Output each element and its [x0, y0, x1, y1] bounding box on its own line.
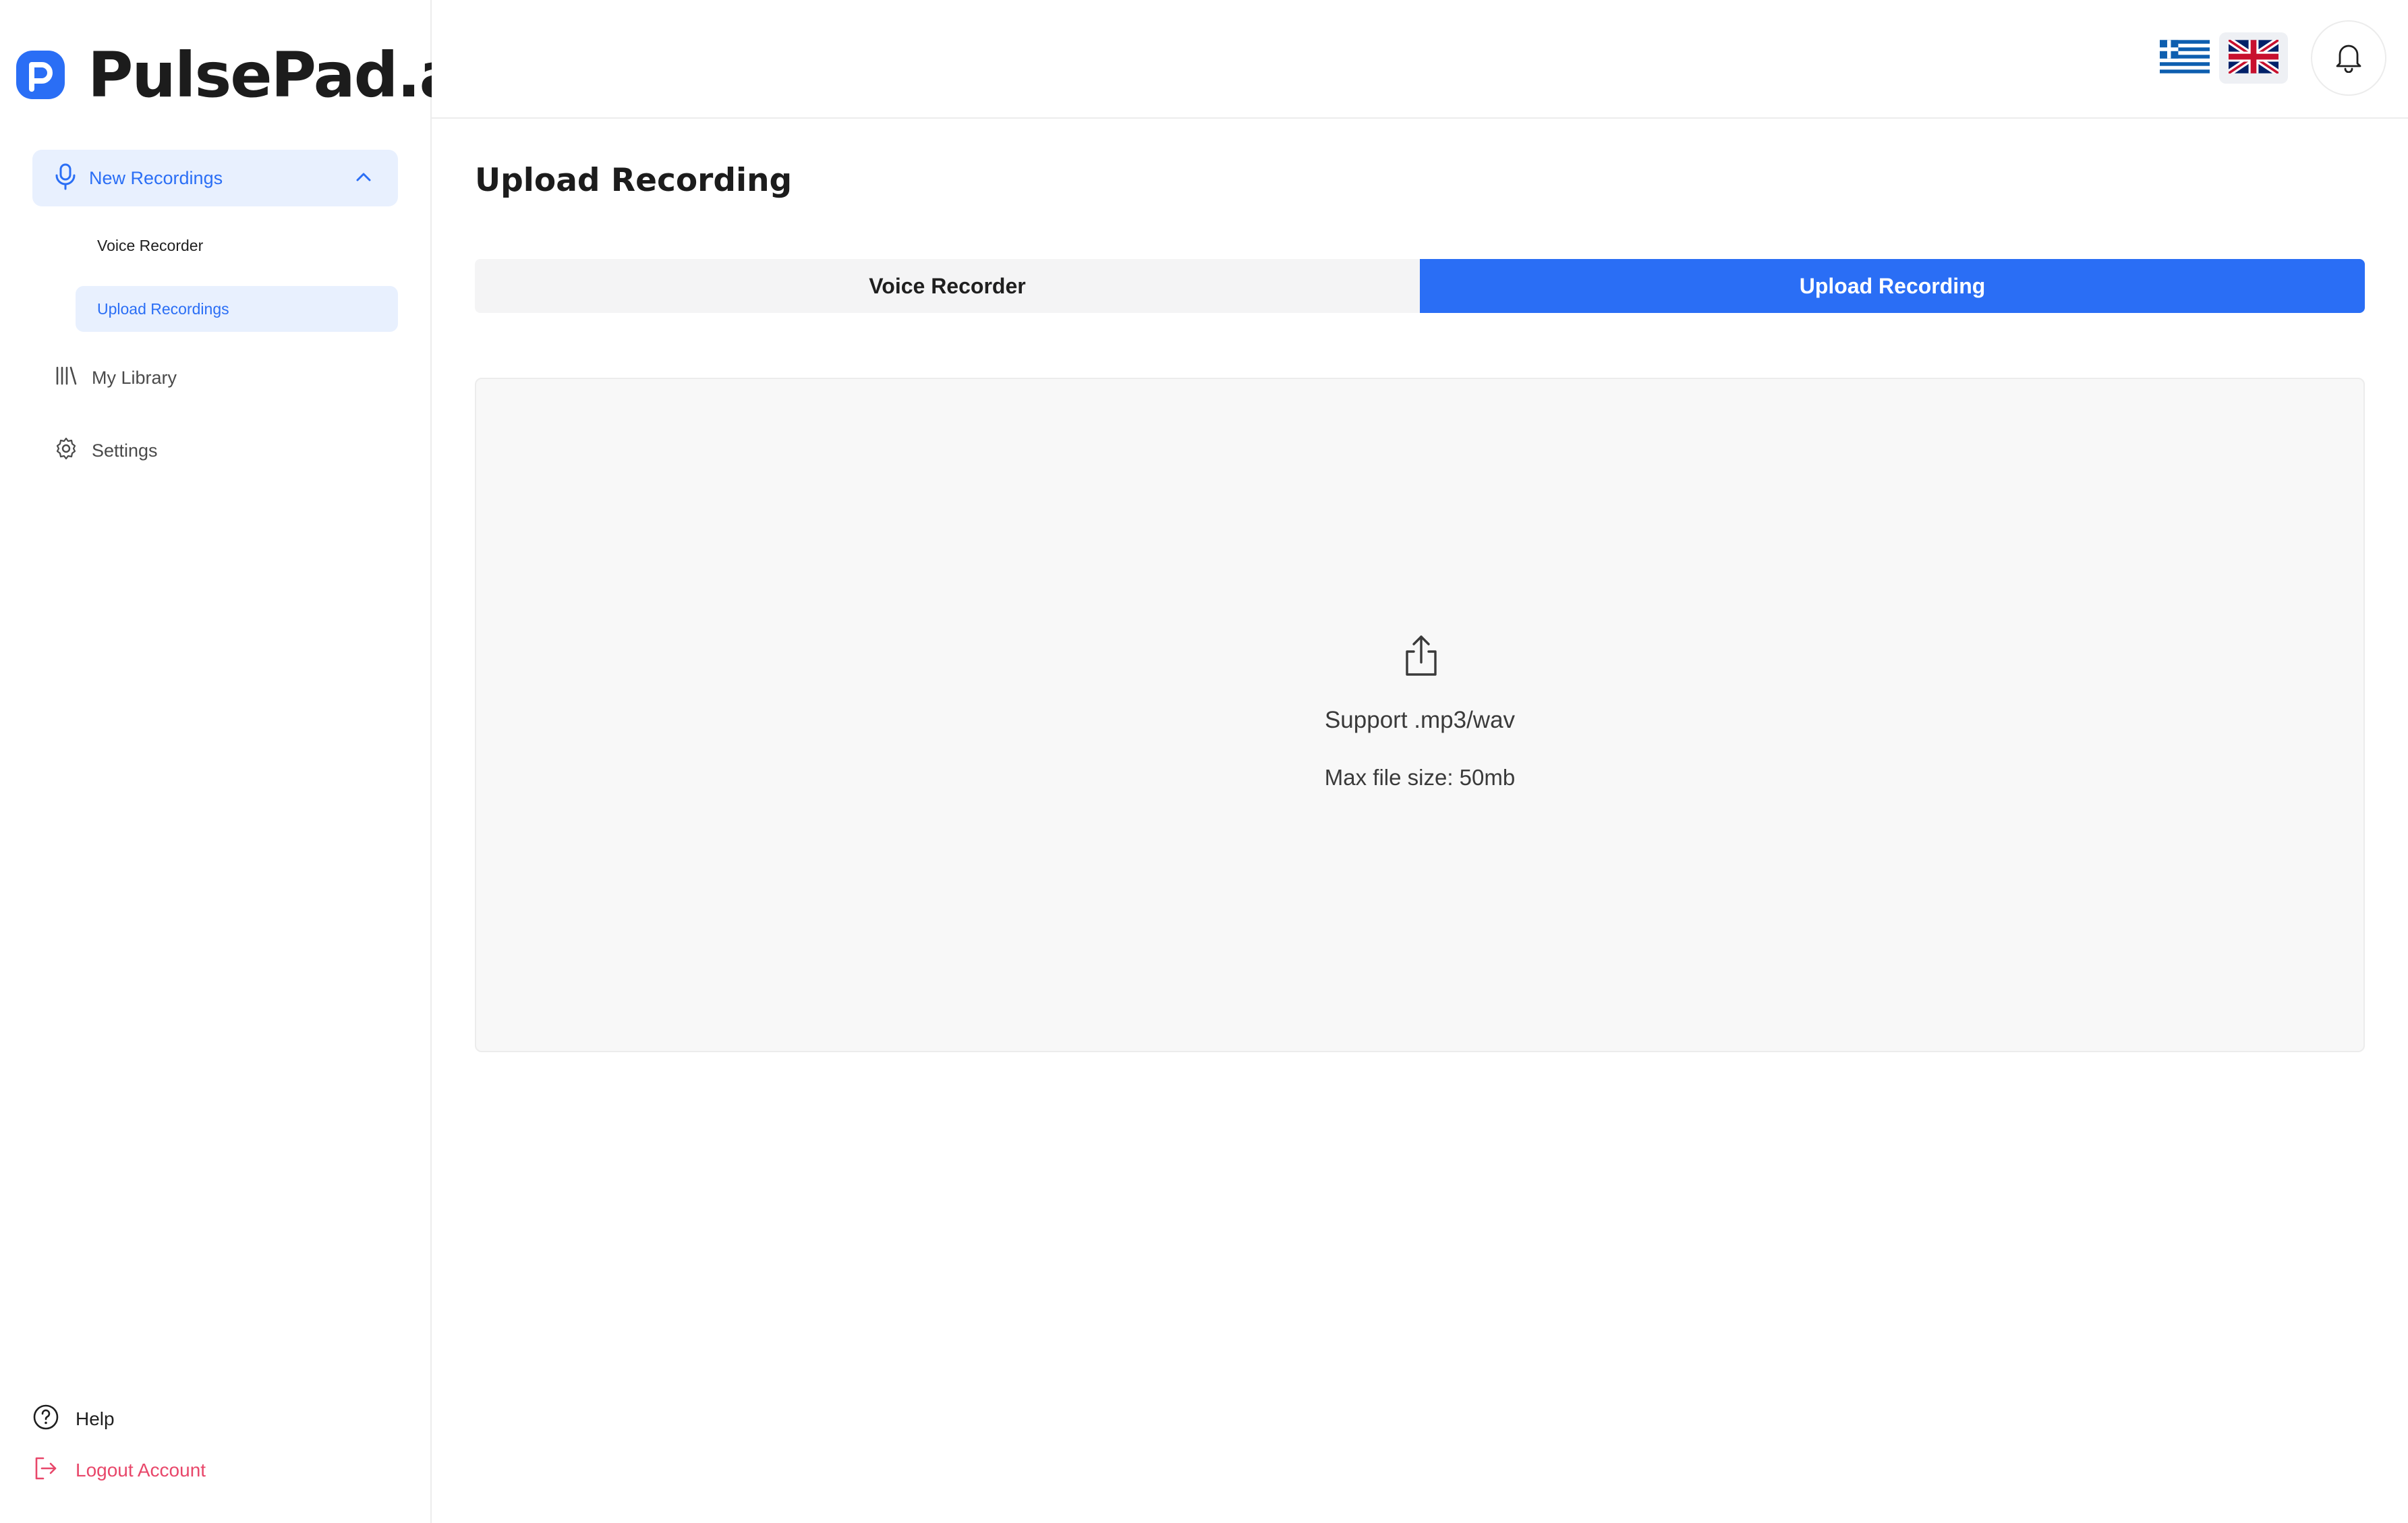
page-title: Upload Recording: [475, 162, 793, 199]
bell-icon: [2334, 40, 2363, 76]
sidebar-item-voice-recorder[interactable]: Voice Recorder: [76, 223, 398, 268]
language-english-button[interactable]: [2219, 32, 2288, 84]
sidebar-group-new-recordings[interactable]: New Recordings: [32, 150, 398, 206]
file-upload-dropzone[interactable]: Support .mp3/wav Max file size: 50mb: [475, 378, 2365, 1052]
microphone-icon: [54, 163, 77, 194]
language-greek-button[interactable]: [2150, 32, 2219, 84]
sidebar: PulsePad.ai New Recordings Voice Recorde…: [0, 0, 481, 1523]
tab-upload-recording[interactable]: Upload Recording: [1420, 259, 2365, 313]
supported-formats-text: Support .mp3/wav: [1324, 707, 1516, 733]
logout-icon: [32, 1455, 59, 1487]
brand-name: PulsePad.ai: [88, 38, 481, 111]
notifications-button[interactable]: [2311, 20, 2386, 96]
sidebar-item-my-library[interactable]: My Library: [54, 357, 177, 398]
sidebar-item-label: My Library: [92, 367, 177, 388]
greek-flag-icon: [2160, 39, 2210, 77]
upload-icon: [1399, 634, 1443, 682]
uk-flag-icon: [2227, 36, 2281, 77]
help-link[interactable]: Help: [32, 1400, 115, 1438]
help-label: Help: [76, 1408, 115, 1429]
max-file-size-text: Max file size: 50mb: [1324, 765, 1516, 790]
help-icon: [32, 1404, 59, 1435]
sidebar-item-settings[interactable]: Settings: [54, 430, 158, 471]
sidebar-item-label: Voice Recorder: [97, 236, 204, 254]
logout-button[interactable]: Logout Account: [32, 1452, 206, 1489]
pulsepad-logo-icon: [16, 51, 65, 99]
recording-mode-tabs: Voice Recorder Upload Recording: [475, 259, 2365, 313]
gear-icon: [54, 436, 78, 465]
sidebar-item-label: Settings: [92, 440, 158, 461]
tab-voice-recorder[interactable]: Voice Recorder: [475, 259, 1420, 313]
logout-label: Logout Account: [76, 1460, 206, 1481]
sidebar-item-label: Upload Recordings: [97, 299, 229, 318]
top-bar: [432, 0, 2408, 119]
library-icon: [54, 364, 78, 393]
sidebar-group-label: New Recordings: [89, 167, 223, 188]
chevron-up-icon[interactable]: [353, 167, 374, 191]
sidebar-item-upload-recordings[interactable]: Upload Recordings: [76, 286, 398, 332]
brand[interactable]: PulsePad.ai: [16, 38, 481, 112]
